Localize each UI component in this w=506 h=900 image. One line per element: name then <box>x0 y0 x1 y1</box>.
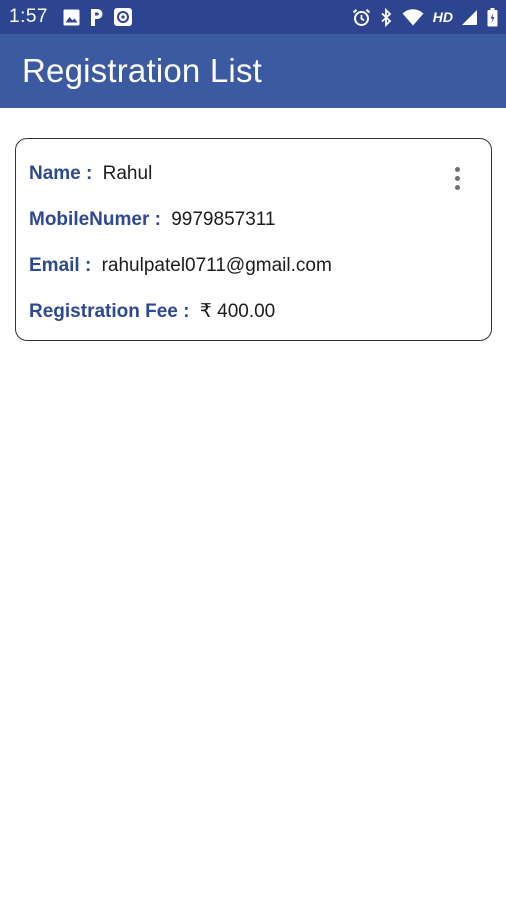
menu-dot <box>454 175 460 181</box>
fee-row: Registration Fee : ₹ 400.00 <box>29 300 275 323</box>
page-title: Registration List <box>22 52 263 89</box>
bluetooth-icon <box>380 7 393 27</box>
status-left: 1:57 <box>9 6 133 28</box>
email-value: rahulpatel0711@gmail.com <box>101 255 332 276</box>
battery-icon <box>487 7 498 27</box>
fee-value: ₹ 400.00 <box>199 301 276 322</box>
mobile-row: MobileNumer : 9979857311 <box>29 209 276 231</box>
menu-dot <box>454 184 460 190</box>
mobile-label: MobileNumer : <box>29 209 161 230</box>
parking-icon <box>89 8 104 27</box>
signal-icon <box>462 9 478 26</box>
fee-label: Registration Fee : <box>29 301 190 322</box>
alarm-icon <box>352 8 371 27</box>
email-row: Email : rahulpatel0711@gmail.com <box>29 255 332 277</box>
registration-list: Name : Rahul MobileNumer : 9979857311 Em… <box>0 108 506 900</box>
hd-icon: HD <box>432 9 453 25</box>
name-label: Name : <box>29 163 93 184</box>
email-label: Email : <box>29 255 92 276</box>
mobile-value: 9979857311 <box>171 209 276 230</box>
image-icon <box>63 9 80 26</box>
menu-dot <box>454 166 460 172</box>
status-right: HD <box>352 7 498 27</box>
app-notification-icon <box>113 7 133 27</box>
name-row: Name : Rahul <box>29 163 152 185</box>
status-bar: 1:57 HD <box>0 0 506 34</box>
name-value: Rahul <box>102 163 153 184</box>
status-time: 1:57 <box>9 6 48 27</box>
app-bar: Registration List <box>0 34 506 108</box>
registration-card[interactable]: Name : Rahul MobileNumer : 9979857311 Em… <box>15 138 492 341</box>
more-vert-icon[interactable] <box>445 163 469 193</box>
wifi-icon <box>402 8 424 26</box>
